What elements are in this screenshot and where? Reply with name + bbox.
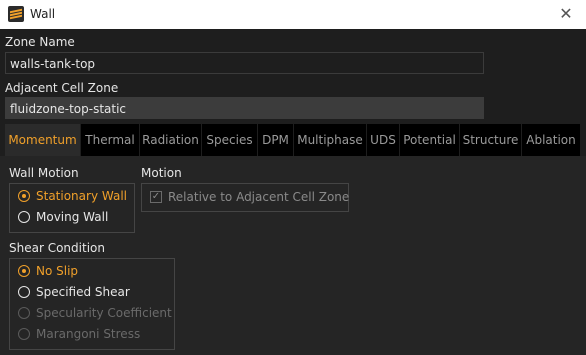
relative-to-adjacent-checkbox[interactable]: ✓ Relative to Adjacent Cell Zone — [148, 188, 349, 206]
wall-motion-label: Wall Motion — [9, 166, 79, 180]
zone-name-input[interactable]: walls-tank-top — [5, 52, 484, 74]
specularity-coefficient-label: Specularity Coefficient — [36, 306, 172, 320]
zone-name-label: Zone Name — [5, 35, 75, 49]
stationary-wall-radio[interactable]: Stationary Wall — [16, 187, 127, 205]
wall-motion-group: Stationary Wall Moving Wall — [9, 183, 135, 233]
tab-radiation[interactable]: Radiation — [140, 124, 202, 156]
tab-dpm[interactable]: DPM — [258, 124, 294, 156]
stationary-wall-label: Stationary Wall — [36, 189, 127, 203]
radio-selected-icon — [18, 190, 30, 202]
motion-label: Motion — [141, 166, 182, 180]
no-slip-label: No Slip — [36, 264, 79, 278]
tab-potential[interactable]: Potential — [400, 124, 460, 156]
radio-disabled-icon — [18, 307, 30, 319]
relative-to-adjacent-label: Relative to Adjacent Cell Zone — [168, 190, 350, 204]
close-icon[interactable]: ✕ — [552, 2, 580, 26]
tab-species[interactable]: Species — [202, 124, 258, 156]
adjacent-cell-zone-field: fluidzone-top-static — [5, 97, 484, 119]
moving-wall-label: Moving Wall — [36, 210, 109, 224]
tab-ablation[interactable]: Ablation — [522, 124, 581, 156]
radio-selected-icon — [18, 265, 30, 277]
tab-bar: Momentum Thermal Radiation Species DPM M… — [5, 124, 581, 156]
checkmark-icon: ✓ — [150, 191, 162, 203]
tab-structure[interactable]: Structure — [460, 124, 522, 156]
title-bar: Wall ✕ — [0, 0, 586, 29]
tab-multiphase[interactable]: Multiphase — [294, 124, 367, 156]
radio-disabled-icon — [18, 328, 30, 340]
motion-group: ✓ Relative to Adjacent Cell Zone — [141, 183, 349, 212]
tab-uds[interactable]: UDS — [367, 124, 400, 156]
tab-thermal[interactable]: Thermal — [81, 124, 140, 156]
radio-icon — [18, 211, 30, 223]
shear-condition-label: Shear Condition — [9, 241, 105, 255]
marangoni-stress-radio[interactable]: Marangoni Stress — [16, 325, 140, 343]
fluent-app-icon — [8, 6, 24, 22]
momentum-panel: Wall Motion Stationary Wall Moving Wall … — [0, 156, 586, 355]
specularity-coefficient-radio[interactable]: Specularity Coefficient — [16, 304, 172, 322]
adjacent-cell-zone-label: Adjacent Cell Zone — [5, 81, 119, 95]
marangoni-stress-label: Marangoni Stress — [36, 327, 141, 341]
radio-icon — [18, 286, 30, 298]
specified-shear-label: Specified Shear — [36, 285, 130, 299]
no-slip-radio[interactable]: No Slip — [16, 262, 78, 280]
moving-wall-radio[interactable]: Moving Wall — [16, 208, 108, 226]
specified-shear-radio[interactable]: Specified Shear — [16, 283, 130, 301]
shear-condition-group: No Slip Specified Shear Specularity Coef… — [9, 258, 175, 350]
window-title: Wall — [30, 7, 56, 21]
tab-momentum[interactable]: Momentum — [5, 124, 81, 156]
